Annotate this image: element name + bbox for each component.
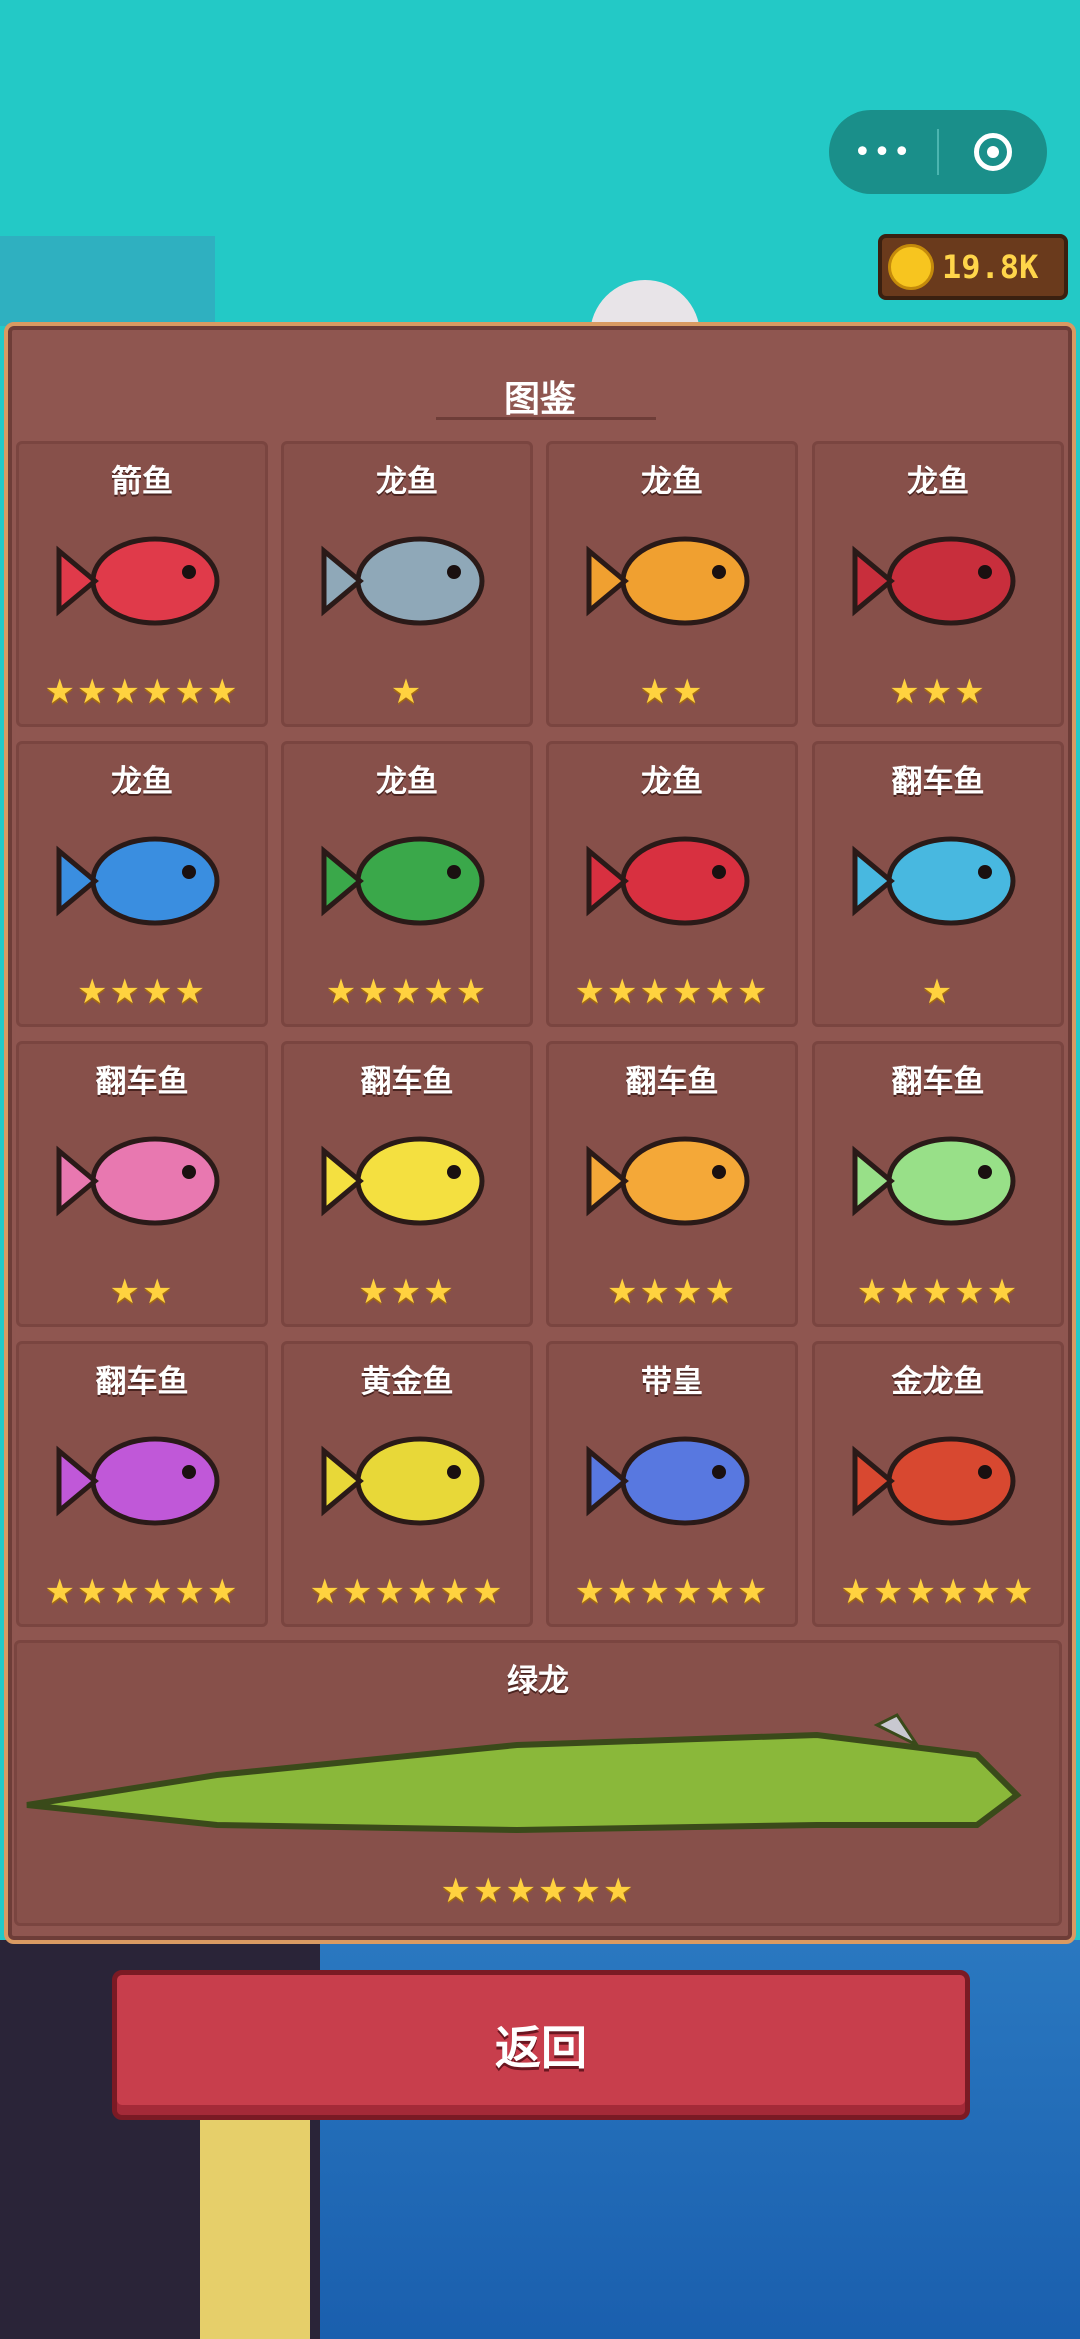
green-dragon-icon [26, 1713, 1022, 1834]
star-rating: ★★★★★★ [44, 672, 240, 712]
fish-icon [852, 536, 1016, 626]
fish-name: 龙鱼 [376, 464, 438, 500]
mini-program-capsule: ••• [829, 110, 1047, 194]
fish-icon [852, 836, 1016, 926]
fish-name: 箭鱼 [111, 464, 173, 500]
fish-name: 金龙鱼 [891, 1364, 985, 1400]
fish-icon [852, 1436, 1016, 1526]
fish-card[interactable]: 黄金鱼 ★★★★★★ [281, 1341, 533, 1627]
fish-icon [586, 1136, 750, 1226]
fish-card[interactable]: 带皇 ★★★★★★ [546, 1341, 798, 1627]
fish-card[interactable]: 龙鱼 ★★★★★ [281, 741, 533, 1027]
fish-card-green-dragon[interactable]: 绿龙 ★★★★★★ [14, 1640, 1062, 1926]
fish-card[interactable]: 翻车鱼 ★ [812, 741, 1064, 1027]
fish-card[interactable]: 龙鱼 ★ [281, 441, 533, 727]
fish-name: 翻车鱼 [95, 1064, 189, 1100]
fish-icon [56, 1436, 220, 1526]
fish-card[interactable]: 翻车鱼 ★★★ [281, 1041, 533, 1327]
fish-name: 翻车鱼 [95, 1364, 189, 1400]
star-rating: ★★★ [889, 672, 987, 712]
fish-name: 翻车鱼 [360, 1064, 454, 1100]
gold-coin-icon [888, 244, 934, 290]
fish-card[interactable]: 金龙鱼 ★★★★★★ [812, 1341, 1064, 1627]
star-rating: ★★★★★★ [440, 1871, 636, 1911]
panel-title: 图鉴 [503, 379, 576, 420]
fish-name: 黄金鱼 [360, 1364, 454, 1400]
fish-name: 龙鱼 [641, 764, 703, 800]
fish-card[interactable]: 翻车鱼 ★★★★★ [812, 1041, 1064, 1327]
fish-icon [56, 536, 220, 626]
fish-name: 龙鱼 [111, 764, 173, 800]
fish-card[interactable]: 龙鱼 ★★★★★★ [546, 741, 798, 1027]
star-rating: ★ [390, 672, 424, 712]
fish-name: 翻车鱼 [625, 1064, 719, 1100]
star-rating: ★ [921, 972, 955, 1012]
star-rating: ★★ [639, 672, 705, 712]
star-rating: ★★★ [358, 1272, 456, 1312]
star-rating: ★★★★★★ [574, 1572, 770, 1612]
star-rating: ★★★★★★ [840, 1572, 1036, 1612]
fish-name: 翻车鱼 [891, 1064, 985, 1100]
star-rating: ★★★★ [77, 972, 207, 1012]
fish-name: 龙鱼 [907, 464, 969, 500]
fish-card[interactable]: 翻车鱼 ★★★★ [546, 1041, 798, 1327]
fish-name: 绿龙 [507, 1663, 569, 1699]
fish-name: 龙鱼 [376, 764, 438, 800]
fish-icon [321, 536, 485, 626]
star-rating: ★★★★★★ [574, 972, 770, 1012]
fish-icon [321, 1136, 485, 1226]
fish-card[interactable]: 翻车鱼 ★★ [16, 1041, 268, 1327]
fish-icon [586, 536, 750, 626]
coin-counter: 19.8K [878, 234, 1068, 300]
fish-card[interactable]: 龙鱼 ★★★ [812, 441, 1064, 727]
fish-icon [586, 836, 750, 926]
title-underline [436, 417, 656, 420]
fish-name: 龙鱼 [641, 464, 703, 500]
fish-card[interactable]: 龙鱼 ★★ [546, 441, 798, 727]
fish-card[interactable]: 箭鱼 ★★★★★★ [16, 441, 268, 727]
fish-card[interactable]: 翻车鱼 ★★★★★★ [16, 1341, 268, 1627]
back-button[interactable]: 返回 [112, 1970, 970, 2120]
fish-name: 带皇 [641, 1364, 703, 1400]
hook-area [0, 236, 215, 326]
coin-amount: 19.8K [942, 248, 1039, 286]
fish-icon [56, 1136, 220, 1226]
star-rating: ★★★★★★ [309, 1572, 505, 1612]
fish-icon [321, 836, 485, 926]
fish-icon [321, 1436, 485, 1526]
fish-icon [586, 1436, 750, 1526]
star-rating: ★★★★★ [856, 1272, 1020, 1312]
star-rating: ★★★★ [607, 1272, 737, 1312]
fish-icon [56, 836, 220, 926]
star-rating: ★★ [109, 1272, 175, 1312]
fish-card[interactable]: 龙鱼 ★★★★ [16, 741, 268, 1027]
target-circle-icon[interactable] [939, 133, 1047, 171]
fish-icon [852, 1136, 1016, 1226]
back-button-label: 返回 [495, 2021, 587, 2075]
more-dots-icon[interactable]: ••• [829, 135, 937, 170]
star-rating: ★★★★★ [325, 972, 489, 1012]
star-rating: ★★★★★★ [44, 1572, 240, 1612]
fish-name: 翻车鱼 [891, 764, 985, 800]
